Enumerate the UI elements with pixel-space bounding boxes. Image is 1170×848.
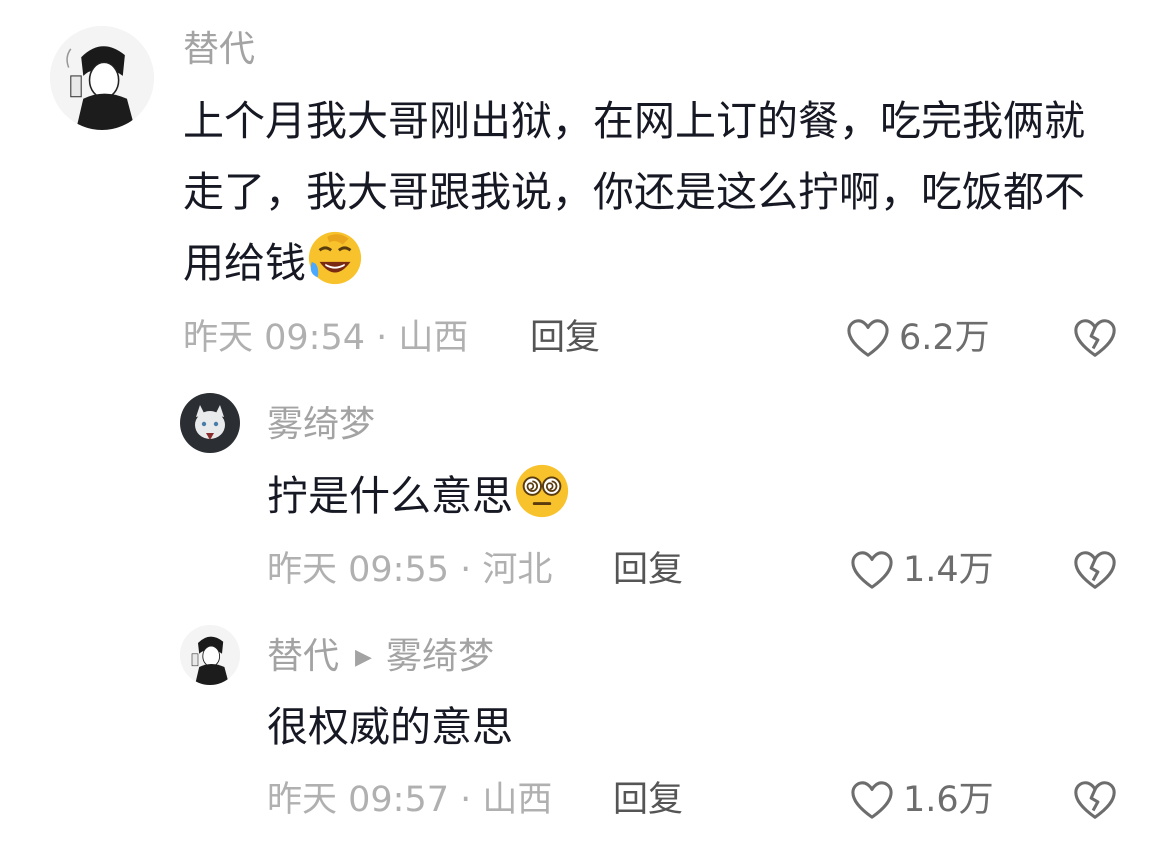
avatar[interactable]: [50, 26, 154, 130]
comment-timestamp: 昨天 09:55 · 河北: [267, 550, 553, 590]
comment-text: 上个月我大哥刚出狱，在网上订的餐，吃完我俩就走了，我大哥跟我说，你还是这么拧啊，…: [183, 86, 1103, 299]
dizzy-face-emoji: [515, 464, 569, 518]
reply-button[interactable]: 回复: [530, 316, 600, 360]
play-triangle-icon: ▶: [355, 645, 372, 670]
reply-button[interactable]: 回复: [613, 548, 683, 592]
like-button[interactable]: 6.2万: [845, 316, 990, 360]
like-count: 6.2万: [899, 318, 990, 358]
comment-text: 拧是什么意思: [267, 461, 1107, 532]
comment-author[interactable]: 替代: [267, 636, 339, 677]
broken-heart-icon[interactable]: [1072, 316, 1118, 360]
heart-outline-icon: [847, 319, 889, 357]
like-count: 1.6万: [903, 780, 994, 820]
heart-outline-icon: [851, 781, 893, 819]
broken-heart-icon[interactable]: [1072, 548, 1118, 592]
like-button[interactable]: 1.6万: [849, 778, 994, 822]
comment-timestamp: 昨天 09:57 · 山西: [267, 780, 553, 820]
comment-text: 很权威的意思: [267, 703, 513, 751]
reply-header: 替代 ▶ 雾绮梦: [267, 635, 494, 680]
like-count: 1.4万: [903, 550, 994, 590]
reply-button[interactable]: 回复: [613, 778, 683, 822]
like-button[interactable]: 1.4万: [849, 548, 994, 592]
comment-timestamp: 昨天 09:54 · 山西: [183, 318, 469, 358]
comment-author[interactable]: 替代: [183, 28, 255, 72]
comment-author[interactable]: 雾绮梦: [267, 403, 375, 447]
avatar[interactable]: [180, 393, 240, 453]
broken-heart-icon[interactable]: [1072, 778, 1118, 822]
heart-outline-icon: [851, 551, 893, 589]
avatar[interactable]: [180, 625, 240, 685]
laughing-tears-emoji: [308, 231, 362, 285]
comment-text-content: 拧是什么意思: [267, 472, 513, 520]
reply-to-author[interactable]: 雾绮梦: [386, 636, 494, 677]
